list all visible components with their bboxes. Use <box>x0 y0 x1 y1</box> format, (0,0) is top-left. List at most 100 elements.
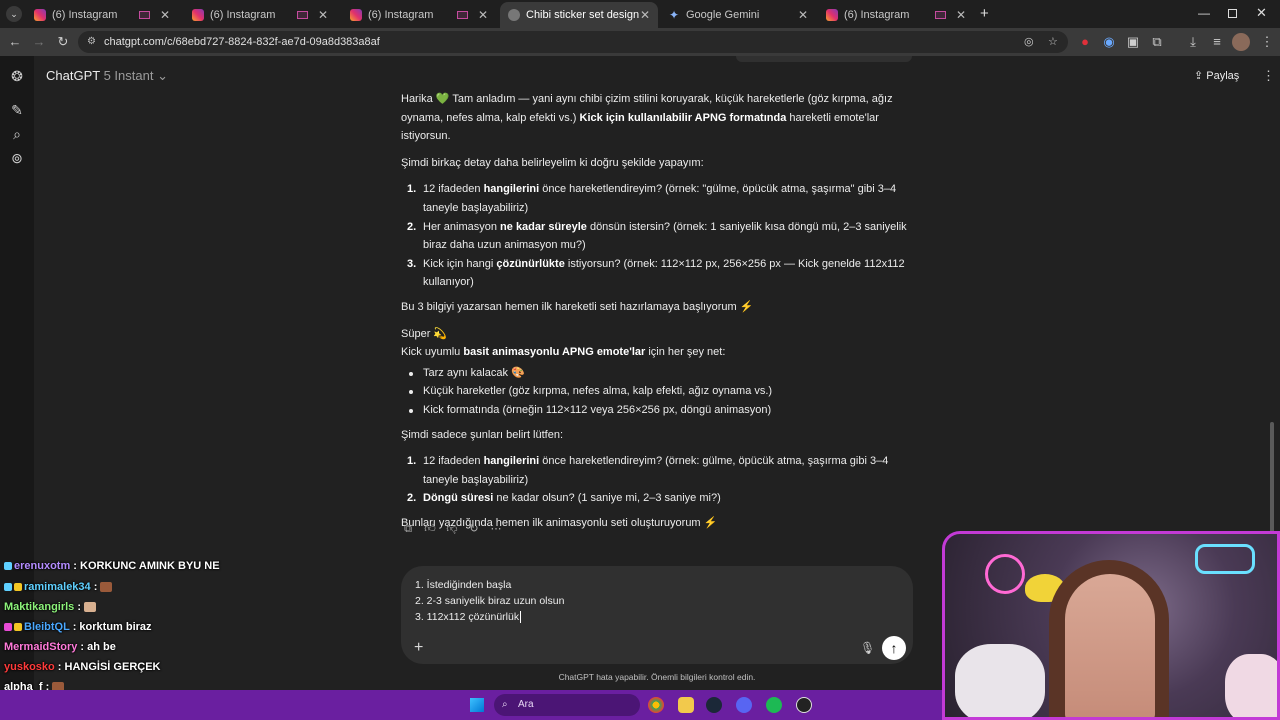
extension-icon[interactable]: ▣ <box>1124 33 1142 51</box>
list-item: 1. 12 ifadeden hangilerini önce hareketle… <box>407 455 889 486</box>
browser-tab-active[interactable]: Chibi sticker set design ✕ <box>500 2 658 28</box>
close-window-button[interactable]: ✕ <box>1256 5 1267 21</box>
list-item: 2. Her animasyon ne kadar süreyle dönsün … <box>407 220 907 252</box>
browser-tab[interactable]: (6) Instagram ✕ <box>342 4 496 26</box>
tab-title: Chibi sticker set design <box>526 9 640 21</box>
media-playing-icon[interactable] <box>934 11 946 19</box>
download-icon[interactable]: ⤓ <box>1184 33 1202 51</box>
add-attachment-icon[interactable]: + <box>414 639 423 657</box>
badge-icon <box>14 583 22 592</box>
spotify-icon[interactable] <box>766 697 782 713</box>
chat-message: BleibtQL : korktum biraz <box>4 621 152 633</box>
list-item: Kick formatında (örneğin 112×112 veya 25… <box>401 401 921 420</box>
eye-off-icon[interactable]: ◎ <box>1024 31 1034 53</box>
instagram-icon <box>34 9 46 21</box>
model-version: 5 Instant <box>103 68 154 83</box>
taskbar-search[interactable]: ⌕ Ara <box>494 694 640 716</box>
back-icon[interactable]: ← <box>6 33 24 51</box>
send-button[interactable]: ↑ <box>882 636 906 660</box>
windows-start-icon[interactable] <box>470 698 484 712</box>
tab-search-dropdown[interactable]: ⌄ <box>6 6 22 22</box>
chevron-down-icon: ⌄ <box>157 68 168 83</box>
list-item: Küçük hareketler (göz kırpma, nefes alma… <box>401 382 921 401</box>
thumbs-down-icon[interactable]: 👎︎ <box>446 522 458 536</box>
openai-logo-icon[interactable]: ❂ <box>9 68 25 84</box>
media-control-icon[interactable]: ≡ <box>1208 33 1226 51</box>
message-composer[interactable]: 1. İstediğinden başla 2. 2-3 saniyelik b… <box>401 566 913 664</box>
app-name: ChatGPT <box>46 68 100 83</box>
badge-icon <box>4 562 12 571</box>
media-playing-icon[interactable] <box>456 11 468 19</box>
webcam-person <box>1065 574 1155 717</box>
emote-icon <box>100 582 113 593</box>
more-options-icon[interactable]: ⋮ <box>1262 68 1275 84</box>
composer-text-line[interactable]: 2. 2-3 saniyelik biraz uzun olsun <box>415 595 564 607</box>
browser-tab[interactable]: (6) Instagram ✕ <box>818 4 974 26</box>
tab-title: (6) Instagram <box>52 9 118 21</box>
list-item: Tarz aynı kalacak 🎨 <box>401 364 921 383</box>
disclaimer-text: ChatGPT hata yapabilir. Önemli bilgileri… <box>558 672 756 682</box>
library-icon[interactable]: ⊚ <box>9 150 25 166</box>
file-explorer-icon[interactable] <box>678 697 694 713</box>
message-paragraph: Şimdi birkaç detay daha belirleyelim ki … <box>401 156 704 169</box>
extensions-puzzle-icon[interactable]: ⧉ <box>1148 33 1166 51</box>
regenerate-icon[interactable]: ↻ <box>468 522 480 536</box>
emote-icon <box>84 602 97 613</box>
list-item: 2. Döngü süresi ne kadar olsun? (1 saniye… <box>407 492 721 505</box>
chat-message: ramimalek34 : <box>4 581 113 593</box>
tab-title: (6) Instagram <box>210 9 276 21</box>
extension-icon[interactable]: ◉ <box>1100 33 1118 51</box>
browser-tab[interactable]: ✦ Google Gemini ✕ <box>660 4 816 26</box>
reload-icon[interactable]: ↻ <box>54 33 72 51</box>
profile-avatar[interactable] <box>1232 33 1250 51</box>
discord-icon[interactable] <box>736 697 752 713</box>
search-icon: ⌕ <box>502 699 508 710</box>
chat-message: erenuxotm : KORKUNC AMINK BYU NE <box>4 560 220 572</box>
list-item: 1. 12 ifadeden hangilerini önce hareketle… <box>407 183 897 214</box>
list-item: 3. Kick için hangi çözünürlükte istiyorsu… <box>407 257 905 289</box>
close-tab-icon[interactable]: ✕ <box>640 8 650 22</box>
media-playing-icon[interactable] <box>296 11 308 19</box>
model-selector[interactable]: ChatGPT 5 Instant ⌄ <box>46 68 168 84</box>
browser-tab[interactable]: (6) Instagram ✕ <box>184 4 336 26</box>
copy-icon[interactable]: ⧉ <box>402 522 414 536</box>
new-tab-button[interactable]: + <box>980 5 989 22</box>
thumbs-up-icon[interactable]: 👍︎ <box>424 522 436 536</box>
minimize-button[interactable]: — <box>1198 6 1210 20</box>
instagram-icon <box>192 9 204 21</box>
badge-icon <box>14 623 22 632</box>
numbered-list: 1. 12 ifadeden hangilerini önce hareketle… <box>401 452 921 508</box>
share-button[interactable]: ⇪ Paylaş <box>1194 69 1239 82</box>
share-label: Paylaş <box>1206 70 1240 82</box>
steam-icon[interactable] <box>706 697 722 713</box>
close-tab-icon[interactable]: ✕ <box>160 8 170 22</box>
numbered-list: 1. 12 ifadeden hangilerini önce hareketle… <box>401 180 921 292</box>
chrome-icon[interactable] <box>648 697 664 713</box>
bookmark-star-icon[interactable]: ☆ <box>1048 31 1058 53</box>
close-tab-icon[interactable]: ✕ <box>798 8 808 22</box>
scrollbar[interactable] <box>1270 422 1274 542</box>
site-info-icon[interactable]: ⚙ <box>87 31 96 53</box>
neon-light <box>1195 544 1255 574</box>
chat-message: MermaidStory : ah be <box>4 641 116 653</box>
browser-menu-icon[interactable]: ⋮ <box>1258 33 1276 51</box>
extension-icon[interactable]: ● <box>1076 33 1094 51</box>
browser-tab[interactable]: (6) Instagram ✕ <box>26 4 178 26</box>
composer-text-line[interactable]: 1. İstediğinden başla <box>415 579 511 591</box>
media-playing-icon[interactable] <box>138 11 150 19</box>
gemini-icon: ✦ <box>668 8 680 22</box>
chair <box>955 644 1045 717</box>
obs-icon[interactable] <box>796 697 812 713</box>
search-icon[interactable]: ⌕ <box>9 126 25 142</box>
more-actions-icon[interactable]: ⋯ <box>490 522 502 536</box>
composer-text-line[interactable]: 3. 112x112 çözünürlük <box>415 611 522 623</box>
forward-icon[interactable]: → <box>30 33 48 51</box>
close-tab-icon[interactable]: ✕ <box>478 8 488 22</box>
close-tab-icon[interactable]: ✕ <box>318 8 328 22</box>
close-tab-icon[interactable]: ✕ <box>956 8 966 22</box>
new-chat-icon[interactable]: ✎ <box>9 102 25 118</box>
microphone-icon[interactable]: 🎙︎ <box>860 641 875 655</box>
restore-button[interactable] <box>1228 9 1237 18</box>
address-bar[interactable]: ⚙ chatgpt.com/c/68ebd727-8824-832f-ae7d-… <box>78 31 1068 53</box>
url-text: chatgpt.com/c/68ebd727-8824-832f-ae7d-09… <box>104 36 380 48</box>
